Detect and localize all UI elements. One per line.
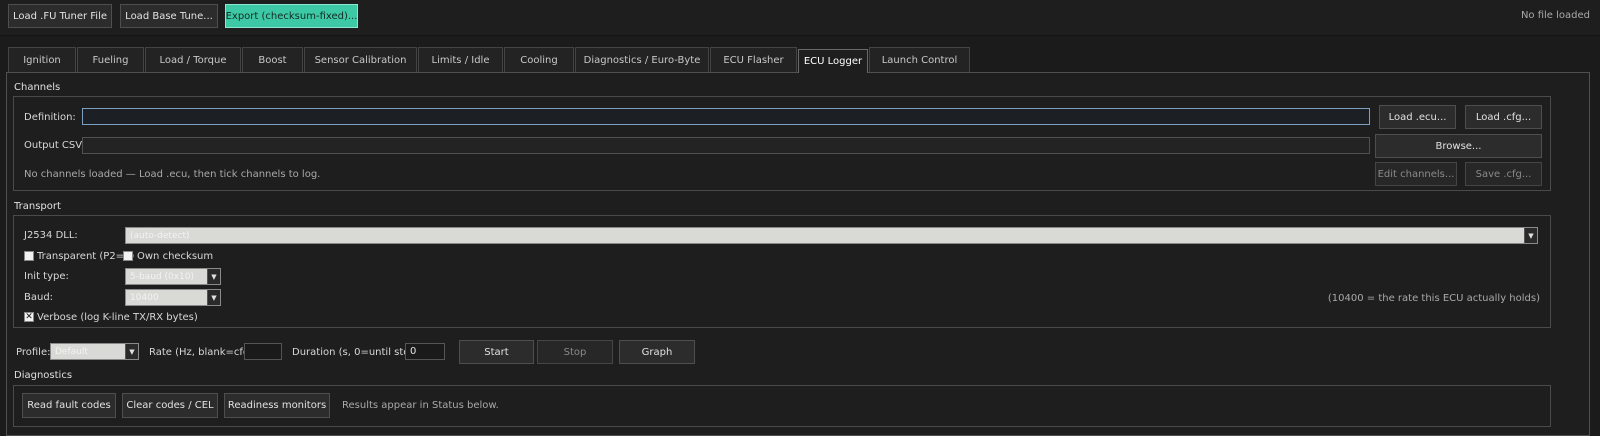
- tab-load-torque[interactable]: Load / Torque: [145, 47, 241, 72]
- clear-codes-button[interactable]: Clear codes / CEL: [122, 393, 218, 418]
- chevron-down-icon[interactable]: ▼: [207, 290, 220, 305]
- j2534-dll-value: (auto-detect): [130, 230, 190, 241]
- load-ecu-button[interactable]: Load .ecu...: [1379, 105, 1456, 129]
- baud-select[interactable]: 10400 ▼: [125, 289, 221, 306]
- tab-ecu-logger[interactable]: ECU Logger: [798, 49, 868, 73]
- baud-label: Baud:: [24, 292, 54, 303]
- tab-boost[interactable]: Boost: [242, 47, 303, 72]
- load-fu-button[interactable]: Load .FU Tuner File: [8, 4, 112, 28]
- tab-ignition[interactable]: Ignition: [8, 47, 76, 72]
- duration-label: Duration (s, 0=until stop):: [292, 347, 424, 358]
- rate-label: Rate (Hz, blank=cfg):: [149, 347, 257, 358]
- verbose-label: Verbose (log K-line TX/RX bytes): [37, 312, 198, 323]
- init-type-value: 5-baud (0x10): [130, 271, 195, 282]
- readiness-monitors-button[interactable]: Readiness monitors: [224, 393, 330, 418]
- profile-select[interactable]: Default ▼: [50, 343, 139, 360]
- own-checksum-checkbox[interactable]: [123, 251, 133, 261]
- profile-value: Default: [55, 346, 88, 357]
- file-status: No file loaded: [1520, 10, 1590, 21]
- tab-launch-control[interactable]: Launch Control: [869, 47, 970, 72]
- tab-diagnostics-euro-byte[interactable]: Diagnostics / Euro-Byte: [575, 47, 709, 72]
- diagnostics-group-title: Diagnostics: [14, 370, 73, 381]
- baud-value: 10400: [130, 292, 159, 303]
- definition-field[interactable]: [82, 108, 1370, 125]
- baud-note: (10400 = the rate this ECU actually hold…: [1327, 293, 1540, 304]
- j2534-dll-label: J2534 DLL:: [24, 230, 78, 241]
- tab-fueling[interactable]: Fueling: [77, 47, 144, 72]
- load-base-tune-button[interactable]: Load Base Tune...: [120, 4, 218, 28]
- stop-button[interactable]: Stop: [537, 340, 613, 364]
- read-fault-codes-button[interactable]: Read fault codes: [22, 393, 116, 418]
- diagnostics-hint: Results appear in Status below.: [342, 400, 499, 411]
- definition-label: Definition:: [24, 112, 76, 123]
- chevron-down-icon[interactable]: ▼: [125, 344, 138, 359]
- own-checksum-label: Own checksum: [137, 251, 214, 262]
- init-type-label: Init type:: [24, 271, 69, 282]
- chevron-down-icon[interactable]: ▼: [1524, 228, 1537, 243]
- chevron-down-icon[interactable]: ▼: [207, 269, 220, 284]
- top-toolbar: Load .FU Tuner File Load Base Tune... Ex…: [0, 0, 1600, 36]
- transparent-label: Transparent (P2=0): [37, 251, 135, 262]
- profile-label: Profile:: [16, 347, 51, 358]
- save-cfg-button[interactable]: Save .cfg...: [1465, 162, 1542, 186]
- load-cfg-button[interactable]: Load .cfg...: [1465, 105, 1542, 129]
- start-button[interactable]: Start: [459, 340, 534, 364]
- tab-limits-idle[interactable]: Limits / Idle: [418, 47, 503, 72]
- j2534-dll-select[interactable]: (auto-detect) ▼: [125, 227, 1538, 244]
- tab-sensor-calibration[interactable]: Sensor Calibration: [304, 47, 417, 72]
- checkmark-icon: ✕: [25, 312, 33, 322]
- transport-group-title: Transport: [14, 201, 61, 212]
- export-button[interactable]: Export (checksum-fixed)...: [225, 4, 358, 28]
- edit-channels-button[interactable]: Edit channels...: [1375, 162, 1457, 186]
- init-type-select[interactable]: 5-baud (0x10) ▼: [125, 268, 221, 285]
- rate-input[interactable]: [244, 343, 282, 360]
- tab-ecu-flasher[interactable]: ECU Flasher: [710, 47, 797, 72]
- duration-input[interactable]: 0: [405, 343, 445, 360]
- verbose-checkbox[interactable]: ✕: [24, 312, 34, 322]
- output-csv-field[interactable]: [82, 137, 1370, 154]
- graph-button[interactable]: Graph: [619, 340, 695, 364]
- channels-group-title: Channels: [14, 82, 61, 93]
- tab-cooling[interactable]: Cooling: [504, 47, 574, 72]
- output-csv-label: Output CSV:: [24, 140, 85, 151]
- transparent-checkbox[interactable]: [24, 251, 34, 261]
- channels-hint: No channels loaded — Load .ecu, then tic…: [24, 169, 321, 180]
- browse-button[interactable]: Browse...: [1375, 134, 1542, 158]
